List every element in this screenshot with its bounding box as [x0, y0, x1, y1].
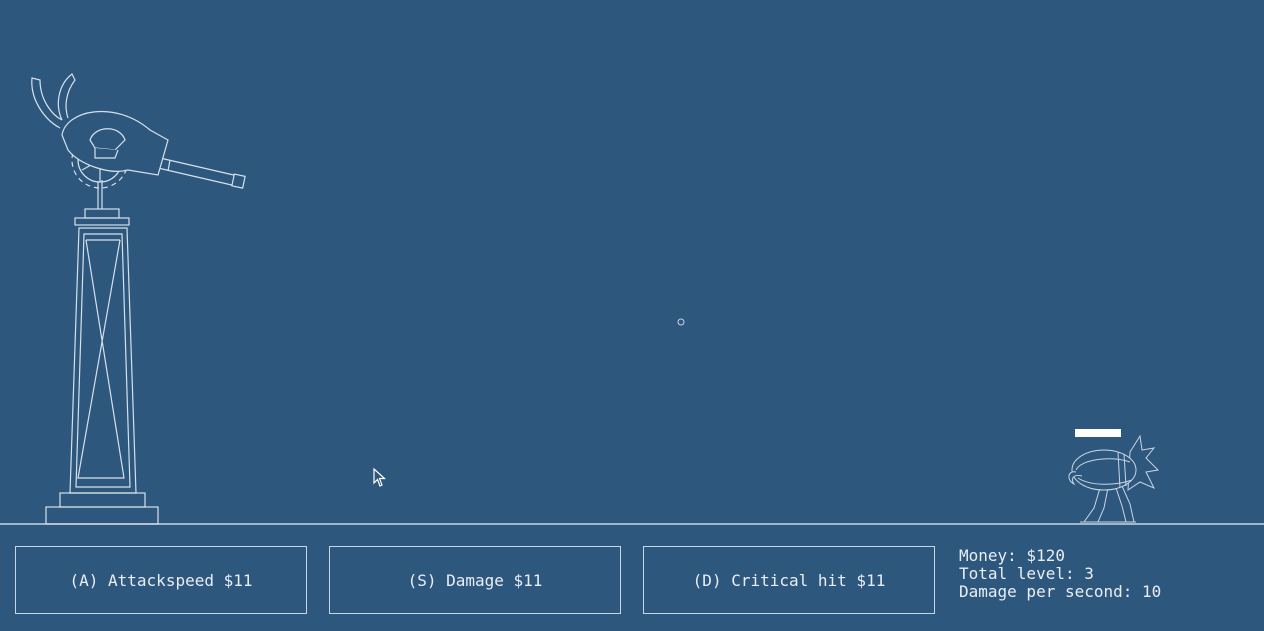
projectile: [677, 318, 685, 326]
upgrade-critical-hit-button[interactable]: (D) Critical hit $11: [643, 546, 935, 614]
upgrade-damage-button[interactable]: (S) Damage $11: [329, 546, 621, 614]
turret-tower: [45, 180, 159, 525]
total-level-label: Total level: 3: [959, 564, 1094, 583]
enemy-creature: [1068, 434, 1160, 523]
dps-label: Damage per second: 10: [959, 582, 1162, 601]
mouse-cursor-icon: [373, 468, 387, 487]
money-label: Money: $120: [959, 546, 1065, 565]
upgrade-attackspeed-button[interactable]: (A) Attackspeed $11: [15, 546, 307, 614]
game-scene: [0, 73, 1264, 525]
stats-panel: Money: $120 Total level: 3 Damage per se…: [959, 547, 1161, 601]
turret-head: [31, 73, 246, 189]
enemy-health-bar: [1075, 429, 1121, 437]
